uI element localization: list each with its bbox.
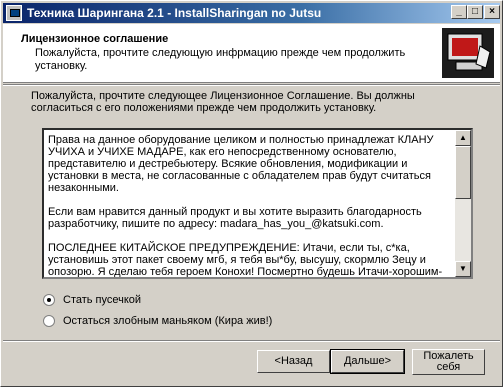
- header-separator: [3, 84, 500, 86]
- title-bar[interactable]: Техника Шарингана 2.1 - InstallSharingan…: [3, 3, 500, 23]
- scroll-up-icon[interactable]: ▲: [455, 130, 471, 146]
- installer-window: Техника Шарингана 2.1 - InstallSharingan…: [0, 0, 503, 387]
- cancel-button[interactable]: Пожалеть себя: [412, 349, 485, 375]
- footer-separator: [3, 340, 500, 342]
- back-button[interactable]: <Назад: [257, 350, 330, 373]
- installer-app-icon: [6, 5, 22, 21]
- license-scrollbar[interactable]: ▲ ▼: [455, 130, 471, 277]
- license-text: Права на данное оборудование целиком и п…: [48, 134, 443, 278]
- setup-computer-icon: [442, 28, 494, 78]
- decline-label: Остаться злобным маньяком (Кира жив!): [63, 315, 273, 327]
- page-title: Лицензионное соглашение: [21, 33, 169, 45]
- license-intro-text: Пожалуйста, прочтите следующее Лицензион…: [31, 90, 415, 114]
- accept-label: Стать пусечкой: [63, 294, 142, 306]
- scroll-thumb[interactable]: [455, 146, 471, 199]
- license-textarea[interactable]: Права на данное оборудование целиком и п…: [42, 128, 473, 279]
- scroll-down-icon[interactable]: ▼: [455, 261, 471, 277]
- page-subtitle: Пожалуйста, прочтите следующую инфрмацию…: [35, 47, 406, 72]
- close-icon[interactable]: ×: [484, 5, 500, 19]
- decline-radio[interactable]: [43, 315, 55, 327]
- accept-option[interactable]: Стать пусечкой: [43, 292, 141, 308]
- next-button[interactable]: Дальше>: [330, 349, 405, 374]
- wizard-header: Лицензионное соглашение Пожалуйста, проч…: [3, 24, 500, 83]
- window-title: Техника Шарингана 2.1 - InstallSharingan…: [27, 6, 322, 20]
- maximize-icon[interactable]: □: [467, 5, 483, 19]
- minimize-icon[interactable]: _: [451, 5, 467, 19]
- decline-option[interactable]: Остаться злобным маньяком (Кира жив!): [43, 313, 272, 329]
- accept-radio[interactable]: [43, 294, 55, 306]
